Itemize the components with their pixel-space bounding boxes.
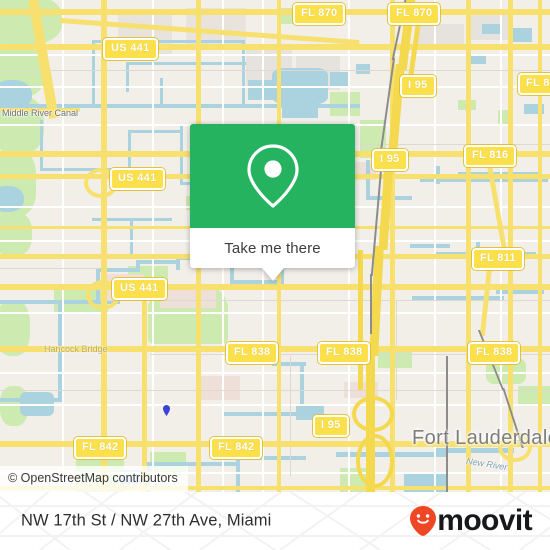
canal-line	[40, 120, 43, 170]
station-popup-card[interactable]: Take me there	[190, 124, 355, 281]
canal-line	[222, 412, 308, 416]
railway-line	[370, 274, 372, 334]
landuse-green	[0, 212, 32, 256]
water-body	[470, 56, 486, 64]
canal-line	[136, 260, 178, 264]
road-shield: I 95	[372, 149, 408, 171]
moovit-wordmark: moovit	[437, 504, 532, 537]
road-shield: FL 811	[472, 248, 524, 270]
map-pin-icon	[246, 144, 299, 208]
moovit-smile-pin-icon	[410, 506, 437, 536]
canal-line	[0, 398, 60, 402]
street-tertiary	[290, 356, 291, 476]
road-shield: FL 816	[464, 145, 517, 167]
highway-vertical	[142, 284, 147, 492]
street-tertiary	[0, 268, 100, 269]
canal-line	[128, 130, 182, 133]
station-title: NW 17th St / NW 27th Ave, Miami	[21, 511, 272, 530]
road-shield: FL 811	[518, 73, 550, 95]
highway-us441-vert	[101, 0, 107, 492]
osm-attribution[interactable]: © OpenStreetMap contributors	[0, 466, 188, 492]
landuse-green	[378, 350, 412, 368]
street-minor	[62, 0, 64, 492]
landuse-green	[518, 386, 550, 406]
road-shield: FL 870	[293, 3, 346, 25]
landuse-retail	[196, 376, 240, 400]
road-shield: FL 842	[74, 437, 127, 459]
highway-vertical	[466, 0, 471, 492]
canal-line	[366, 160, 370, 200]
water-body	[330, 72, 348, 86]
interchange-loop	[356, 434, 394, 488]
railway-line	[446, 356, 448, 492]
map-label-street: Hancock Bridge	[44, 344, 108, 354]
street-minor	[434, 0, 436, 492]
moovit-logo[interactable]: moovit	[410, 504, 533, 537]
road-shield: FL 870	[388, 3, 441, 25]
road-shield: US 441	[110, 168, 165, 190]
canal-line	[410, 244, 450, 248]
landuse-retail	[160, 288, 216, 308]
map-label-middle-river-canal: Middle River Canal	[2, 108, 79, 118]
road-shield: US 441	[112, 278, 167, 300]
road-shield: FL 842	[210, 437, 263, 459]
interchange-loop	[352, 396, 394, 432]
canal-line	[160, 78, 163, 106]
road-shield: I 95	[400, 75, 436, 97]
footer-bar: NW 17th St / NW 27th Ave, Miami moovit	[0, 492, 550, 550]
water-body	[356, 64, 370, 74]
card-pointer-tail	[261, 268, 284, 281]
road-shield: I 95	[313, 415, 349, 437]
take-me-there-label: Take me there	[224, 239, 321, 257]
map-viewport[interactable]: Middle River Canal Fort Lauderdale New R…	[0, 0, 550, 492]
card-image-area	[190, 124, 355, 228]
road-shield: FL 838	[226, 342, 279, 364]
road-shield: US 441	[103, 38, 158, 60]
water-body	[510, 28, 532, 42]
card-action-bar[interactable]: Take me there	[190, 228, 355, 268]
map-label-fort-lauderdale: Fort Lauderdale	[412, 427, 550, 449]
poi-marker-icon	[163, 405, 170, 416]
water-body	[482, 24, 502, 34]
freeway-i95-ramp	[358, 250, 363, 390]
canal-line	[496, 290, 544, 294]
canal-line	[126, 62, 246, 65]
moovit-station-screenshot: Middle River Canal Fort Lauderdale New R…	[0, 0, 550, 550]
street-minor	[152, 0, 154, 492]
road-shield: FL 838	[318, 342, 371, 364]
road-shield: FL 838	[468, 342, 521, 364]
